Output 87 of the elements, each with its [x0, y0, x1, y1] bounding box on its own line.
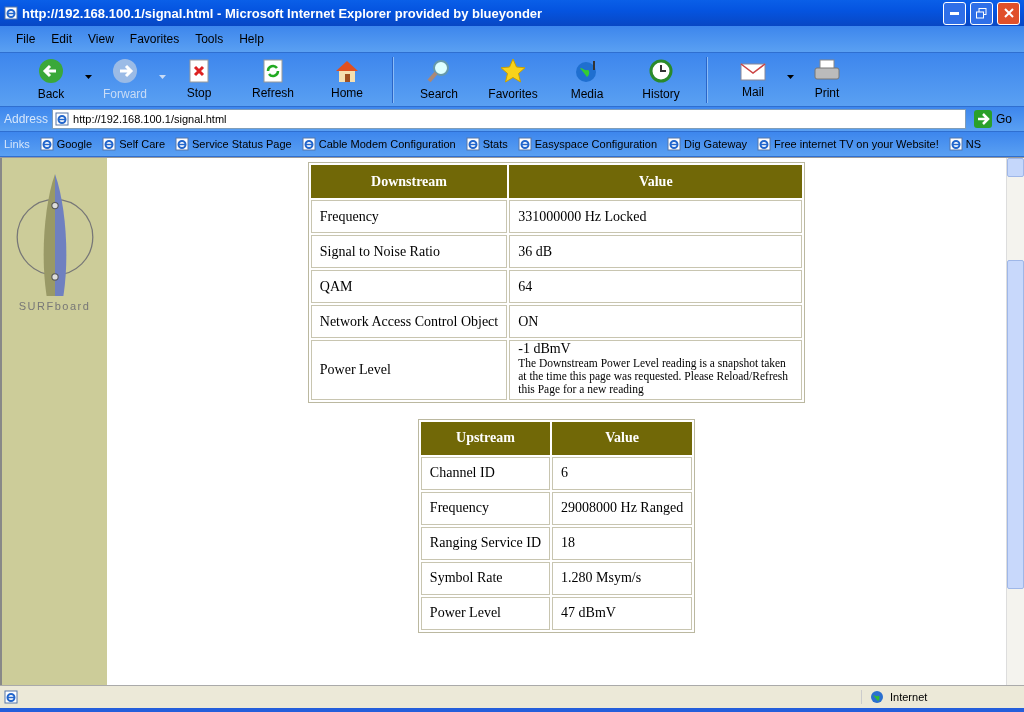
envelope-icon — [740, 60, 766, 82]
toolbar-button[interactable]: Mail — [716, 54, 790, 105]
toolbar-button[interactable]: Stop — [162, 54, 236, 105]
page-icon — [55, 112, 70, 126]
link-item[interactable]: Easyspace Configuration — [517, 137, 658, 151]
link-item[interactable]: Free internet TV on your Website! — [757, 137, 939, 151]
column-header: Value — [509, 165, 803, 198]
menu-item[interactable]: File — [10, 30, 42, 48]
restore-button[interactable] — [970, 1, 993, 25]
page-icon — [4, 690, 18, 704]
toolbar-button[interactable]: History — [624, 54, 698, 105]
link-item[interactable]: Dig Gateway — [667, 137, 748, 151]
table-cell: Frequency — [420, 491, 551, 525]
logo-text: SURFboard — [18, 300, 91, 312]
page-icon — [667, 137, 682, 151]
table-cell: 6 — [552, 456, 693, 490]
zone-text: Internet — [890, 691, 928, 703]
table-cell: 64 — [509, 270, 803, 303]
toolbar-button[interactable]: Favorites — [476, 54, 550, 105]
links-label: Links — [4, 138, 30, 150]
toolbar-button[interactable]: Print — [790, 54, 864, 105]
column-header: Upstream — [420, 421, 551, 455]
close-button[interactable] — [997, 1, 1020, 25]
value-text: -1 dBmV — [518, 341, 572, 357]
table-cell: 331000000 Hz Locked — [509, 200, 803, 233]
address-field[interactable]: http://192.168.100.1/signal.html — [52, 109, 966, 129]
toolbar-button[interactable]: Media — [550, 54, 624, 105]
link-item[interactable]: Stats — [465, 137, 508, 151]
stop-icon — [189, 59, 209, 83]
link-item[interactable]: Google — [39, 137, 93, 151]
star-icon — [500, 58, 526, 84]
search-icon — [426, 58, 452, 84]
window-title: http://192.168.100.1/signal.html - Microsoft Internet Explorer provided by blueyonder — [22, 5, 544, 21]
caret-icon[interactable] — [787, 74, 794, 79]
table-cell: Frequency — [310, 200, 508, 233]
page-icon — [175, 137, 190, 151]
caret-icon[interactable] — [85, 74, 92, 79]
refresh-icon — [263, 59, 283, 83]
go-button[interactable]: Go — [970, 110, 1020, 128]
page-icon — [301, 137, 316, 151]
home-icon — [334, 59, 360, 83]
menu-item[interactable]: Help — [233, 30, 270, 48]
close-icon — [1003, 8, 1014, 18]
column-header: Downstream — [310, 165, 508, 198]
toolbar-button[interactable]: Home — [310, 54, 384, 105]
menu-item[interactable]: Favorites — [123, 30, 186, 48]
table-cell: Channel ID — [420, 456, 551, 490]
go-arrow-icon — [974, 110, 992, 128]
table-cell: ON — [509, 305, 803, 338]
table-cell: Symbol Rate — [420, 561, 551, 595]
toolbar-button[interactable]: Back — [14, 54, 88, 105]
page-icon — [4, 6, 18, 20]
address-label: Address — [4, 112, 49, 126]
table-cell: Power Level — [420, 596, 551, 630]
column-header: Value — [552, 421, 693, 455]
link-item[interactable]: Service Status Page — [175, 137, 292, 151]
page-icon — [948, 137, 963, 151]
page-icon — [39, 137, 54, 151]
table-cell: QAM — [310, 270, 508, 303]
page-icon — [102, 137, 117, 151]
table-cell: 47 dBmV — [552, 596, 693, 630]
table-cell: Signal to Noise Ratio — [310, 235, 508, 268]
restore-icon — [976, 7, 987, 19]
link-item[interactable]: NS — [948, 137, 981, 151]
toolbar-button[interactable]: Search — [402, 54, 476, 105]
link-item[interactable]: Self Care — [102, 137, 166, 151]
table-cell: Ranging Service ID — [420, 526, 551, 560]
globe-icon — [870, 690, 884, 704]
toolbar-button[interactable]: Refresh — [236, 54, 310, 105]
table-cell: Power Level — [310, 340, 508, 400]
table-cell: 36 dB — [509, 235, 803, 268]
printer-icon — [814, 59, 840, 83]
scrollbar[interactable] — [1006, 158, 1024, 685]
page-icon — [517, 137, 532, 151]
link-item[interactable]: Cable Modem Configuration — [301, 137, 456, 151]
page-icon — [757, 137, 772, 151]
table-cell: 1.280 Msym/s — [552, 561, 693, 595]
menu-item[interactable]: View — [82, 30, 120, 48]
menu-item[interactable]: Edit — [45, 30, 79, 48]
page-icon — [465, 137, 480, 151]
table-cell: Network Access Control Object — [310, 305, 508, 338]
minimize-button[interactable] — [943, 1, 966, 25]
minimize-icon — [950, 11, 959, 15]
table-cell: 18 — [552, 526, 693, 560]
note-text: The Downstream Power Level reading is a snapshot taken at the time this page was requested. Please Reload/Refresh this Page for a new reading — [518, 357, 790, 398]
table-cell: 29008000 Hz Ranged — [552, 491, 693, 525]
menu-item[interactable]: Tools — [189, 30, 230, 48]
